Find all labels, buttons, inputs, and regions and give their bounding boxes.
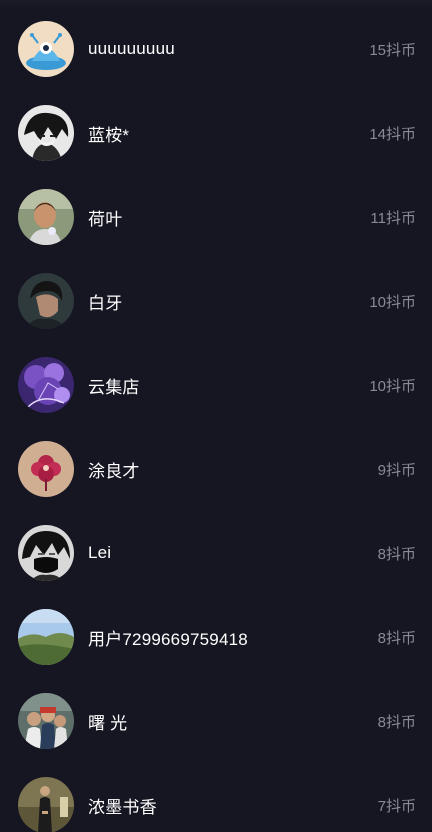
list-item[interactable]: Lei 8抖币 [0,511,432,595]
landscape-avatar[interactable] [18,609,74,665]
flower-logo-avatar[interactable] [18,441,74,497]
list-item[interactable]: 蓝桉* 14抖币 [0,91,432,175]
anime-boy-avatar[interactable] [18,105,74,161]
coin-amount: 11抖币 [370,209,416,227]
coin-amount: 15抖币 [369,41,416,59]
alien-cartoon-avatar[interactable] [18,21,74,77]
man-portrait-avatar[interactable] [18,273,74,329]
user-name[interactable]: uuuuuuuuu [88,39,175,59]
list-item[interactable]: 白牙 10抖币 [0,259,432,343]
coin-amount: 10抖币 [369,293,416,311]
list-item[interactable]: 荷叶 11抖币 [0,175,432,259]
masked-anime-avatar[interactable] [18,525,74,581]
coin-amount: 7抖币 [377,797,416,815]
list-item[interactable]: 云集店 10抖币 [0,343,432,427]
user-name[interactable]: 用户7299669759418 [88,625,248,650]
user-name[interactable]: 浓墨书香 [88,793,157,818]
purple-blossom-avatar[interactable] [18,357,74,413]
user-name[interactable]: 曙 光 [88,709,127,734]
robed-man-avatar[interactable] [18,777,74,832]
list-item[interactable]: 浓墨书香 7抖币 [0,763,432,832]
list-item[interactable]: uuuuuuuuu 15抖币 [0,7,432,91]
coin-amount: 8抖币 [377,629,416,647]
coin-amount: 8抖币 [377,713,416,731]
coin-amount: 8抖币 [377,545,416,563]
user-name[interactable]: 云集店 [88,373,140,398]
user-name[interactable]: 蓝桉* [88,121,129,146]
coin-amount: 10抖币 [369,377,416,395]
boy-photo-avatar[interactable] [18,189,74,245]
coin-amount: 9抖币 [377,461,416,479]
group-photo-avatar[interactable] [18,693,74,749]
user-name[interactable]: 涂良才 [88,457,140,482]
list-item[interactable]: 涂良才 9抖币 [0,427,432,511]
coin-amount: 14抖币 [369,125,416,143]
user-name[interactable]: 荷叶 [88,205,122,230]
user-name[interactable]: 白牙 [88,289,122,314]
gift-ranking-list: uuuuuuuuu 15抖币 蓝桉* 14抖币 荷叶 11抖币 白牙 10抖币 … [0,0,432,832]
user-name[interactable]: Lei [88,543,111,563]
list-item[interactable]: 用户7299669759418 8抖币 [0,595,432,679]
list-item[interactable]: 曙 光 8抖币 [0,679,432,763]
